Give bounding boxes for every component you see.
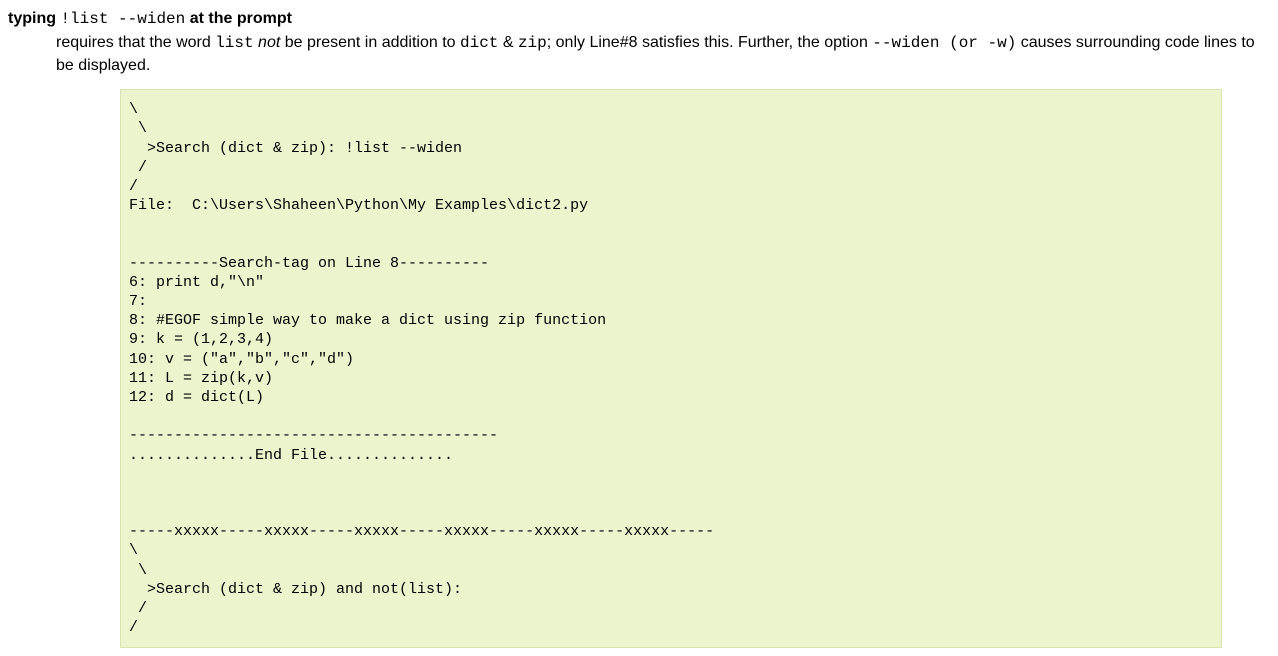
desc-part1: requires that the word bbox=[56, 34, 215, 51]
desc-italic1: not bbox=[254, 34, 281, 51]
description-text: requires that the word list not be prese… bbox=[56, 32, 1270, 77]
desc-part2: be present in addition to bbox=[280, 34, 460, 51]
desc-code2: dict bbox=[460, 34, 498, 52]
desc-part3: & bbox=[498, 34, 518, 51]
desc-code4: --widen (or -w) bbox=[872, 34, 1016, 52]
desc-code3: zip bbox=[518, 34, 547, 52]
heading-suffix: at the prompt bbox=[185, 10, 292, 27]
code-block: \ \ >Search (dict & zip): !list --widen … bbox=[120, 89, 1222, 648]
desc-part4: ; only Line#8 satisfies this. Further, t… bbox=[547, 34, 873, 51]
desc-code1: list bbox=[215, 34, 253, 52]
heading-code: !list --widen bbox=[60, 10, 185, 28]
section-heading: typing !list --widen at the prompt bbox=[8, 8, 1270, 30]
heading-prefix: typing bbox=[8, 10, 60, 27]
